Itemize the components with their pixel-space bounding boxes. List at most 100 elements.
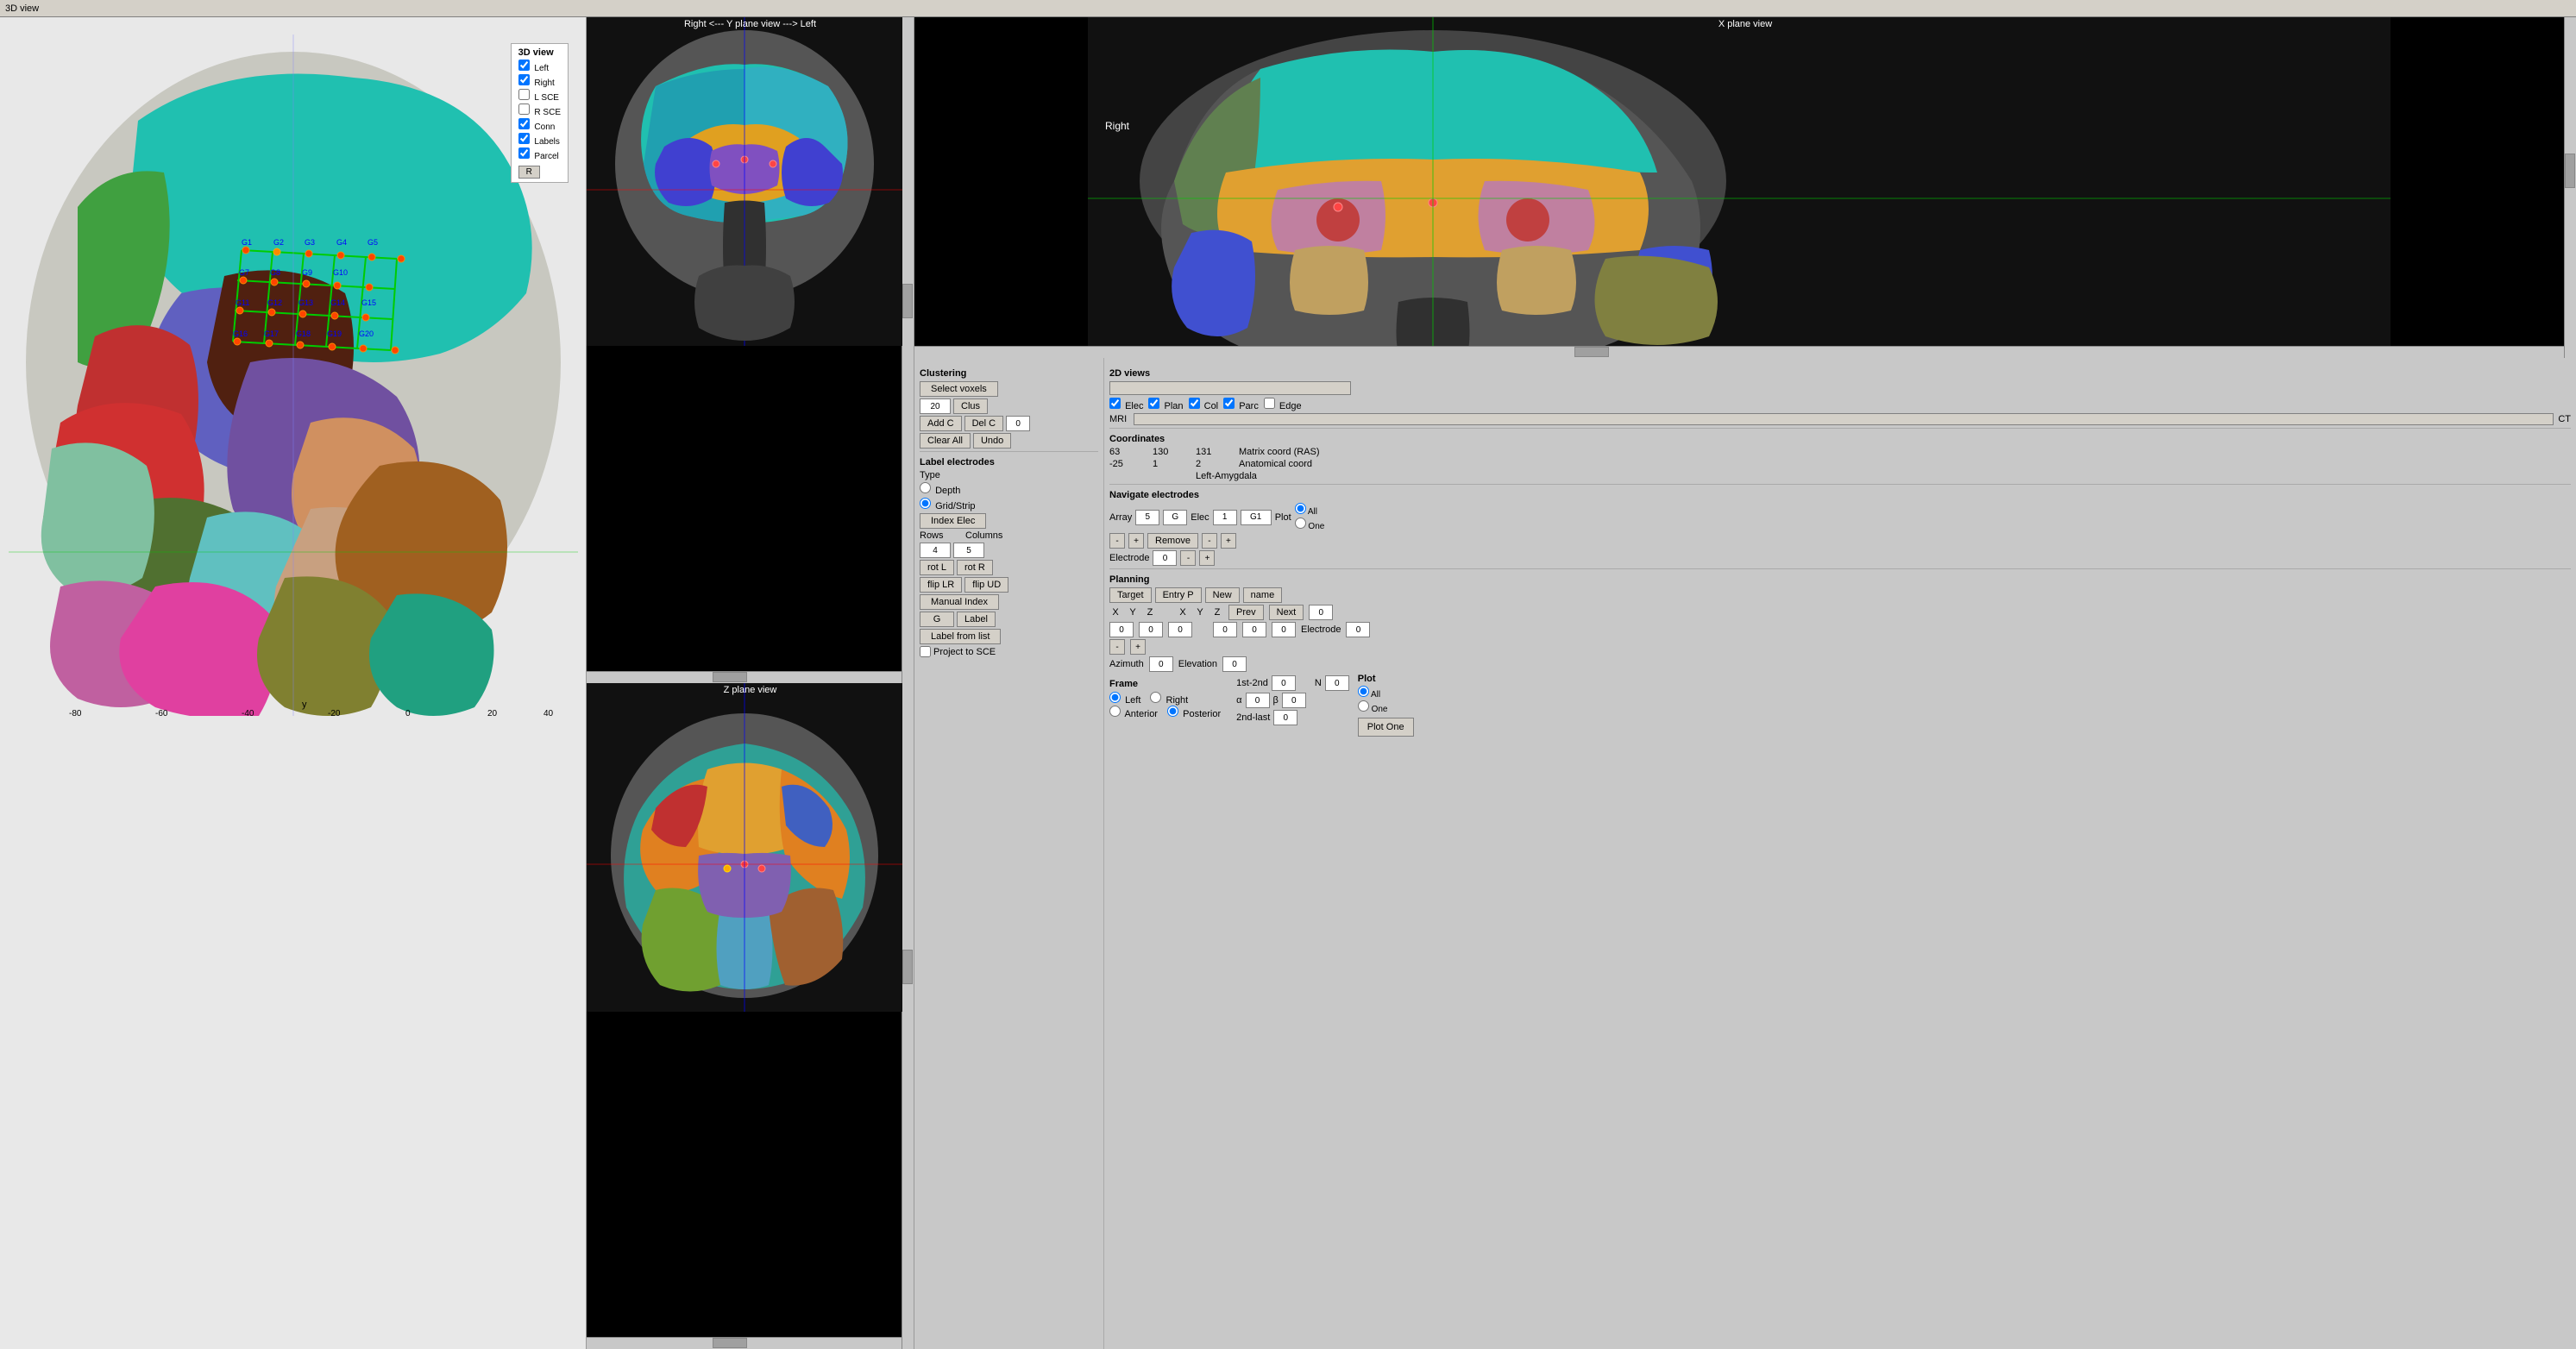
select-voxels-btn[interactable]: Select voxels: [920, 381, 998, 397]
left-check[interactable]: [518, 60, 530, 71]
flip-ud-btn[interactable]: flip UD: [964, 577, 1008, 593]
manual-index-btn[interactable]: Manual Index: [920, 594, 999, 610]
parcel-check[interactable]: [518, 147, 530, 159]
label-btn[interactable]: Label: [957, 612, 996, 627]
edge-check[interactable]: [1264, 398, 1275, 409]
right-check[interactable]: [518, 74, 530, 85]
right-radio[interactable]: [1150, 692, 1161, 703]
plan-elec-minus[interactable]: -: [1109, 639, 1125, 655]
rot-l-btn[interactable]: rot L: [920, 560, 954, 575]
plan-elec-plus[interactable]: +: [1130, 639, 1146, 655]
arr-plus-btn[interactable]: +: [1128, 533, 1144, 549]
entry-y-input[interactable]: [1242, 622, 1266, 637]
plot-plan-all[interactable]: [1358, 686, 1369, 697]
plan-check[interactable]: [1148, 398, 1159, 409]
plan-check-label[interactable]: Plan: [1148, 398, 1183, 411]
first-second-input[interactable]: [1272, 675, 1296, 691]
plot-one-radio[interactable]: [1295, 518, 1306, 529]
name-btn[interactable]: name: [1243, 587, 1283, 603]
electrode-plan-val[interactable]: [1346, 622, 1370, 637]
left-radio-label[interactable]: Left: [1109, 695, 1143, 706]
views-2d-slider[interactable]: [1109, 381, 1351, 395]
x-scrollbar-v[interactable]: [2564, 17, 2576, 358]
elec-check[interactable]: [1109, 398, 1121, 409]
overlay-conn[interactable]: Conn: [518, 118, 561, 132]
beta-input[interactable]: [1282, 693, 1306, 708]
next-val-input[interactable]: [1309, 605, 1333, 620]
parc-check[interactable]: [1223, 398, 1235, 409]
plot-plan-one[interactable]: [1358, 700, 1369, 712]
target-x-input[interactable]: [1109, 622, 1134, 637]
z-scroll-thumb-v[interactable]: [902, 950, 913, 984]
rsce-check[interactable]: [518, 104, 530, 115]
entry-p-btn[interactable]: Entry P: [1155, 587, 1202, 603]
col-check-label[interactable]: Col: [1189, 398, 1219, 411]
plot-all-radio-label[interactable]: All: [1295, 503, 1325, 517]
clus-btn[interactable]: Clus: [953, 398, 988, 414]
z-scrollbar-v[interactable]: [902, 683, 914, 1349]
parc-check-label[interactable]: Parc: [1223, 398, 1259, 411]
g-input[interactable]: [1163, 510, 1187, 525]
elec-val-plus-btn[interactable]: +: [1199, 550, 1215, 566]
n-input[interactable]: [1325, 675, 1349, 691]
project-sce-check[interactable]: [920, 646, 931, 657]
elec-val-minus-btn[interactable]: -: [1180, 550, 1196, 566]
labels-check[interactable]: [518, 133, 530, 144]
undo-btn[interactable]: Undo: [973, 433, 1011, 449]
overlay-labels[interactable]: Labels: [518, 133, 561, 147]
elec-plus-btn[interactable]: +: [1221, 533, 1236, 549]
conn-check[interactable]: [518, 118, 530, 129]
mri-slider[interactable]: [1134, 413, 2554, 425]
plot-one-radio-label[interactable]: One: [1295, 518, 1325, 531]
overlay-right[interactable]: Right: [518, 74, 561, 88]
z-scroll-thumb-h[interactable]: [713, 1338, 747, 1348]
elevation-input[interactable]: [1222, 656, 1247, 672]
del-c-val[interactable]: [1006, 416, 1030, 431]
overlay-rsce[interactable]: R SCE: [518, 104, 561, 117]
elec-check-label[interactable]: Elec: [1109, 398, 1143, 411]
posterior-radio[interactable]: [1167, 706, 1178, 717]
alpha-input[interactable]: [1246, 693, 1270, 708]
lsce-check[interactable]: [518, 89, 530, 100]
posterior-radio-label[interactable]: Posterior: [1167, 709, 1221, 719]
second-last-input[interactable]: [1273, 710, 1297, 725]
g-btn[interactable]: G: [920, 612, 954, 627]
target-btn[interactable]: Target: [1109, 587, 1152, 603]
target-y-input[interactable]: [1139, 622, 1163, 637]
x-scroll-thumb-h[interactable]: [1574, 347, 1609, 357]
depth-radio-label[interactable]: Depth: [920, 482, 960, 496]
clus-value-input[interactable]: [920, 398, 951, 414]
anterior-radio-label[interactable]: Anterior: [1109, 709, 1160, 719]
rot-r-btn[interactable]: rot R: [957, 560, 993, 575]
label-from-list-btn[interactable]: Label from list: [920, 629, 1001, 644]
flip-lr-btn[interactable]: flip LR: [920, 577, 962, 593]
grid-strip-radio-label[interactable]: Grid/Strip: [920, 498, 976, 511]
overlay-parcel[interactable]: Parcel: [518, 147, 561, 161]
elec-minus-btn[interactable]: -: [1202, 533, 1217, 549]
entry-x-input[interactable]: [1213, 622, 1237, 637]
g1-input[interactable]: [1241, 510, 1272, 525]
left-radio[interactable]: [1109, 692, 1121, 703]
plot-all-radio[interactable]: [1295, 503, 1306, 514]
y-scrollbar-h[interactable]: [587, 671, 902, 683]
del-c-btn[interactable]: Del C: [964, 416, 1004, 431]
overlay-left[interactable]: Left: [518, 60, 561, 73]
next-btn[interactable]: Next: [1269, 605, 1304, 620]
plot-one-btn[interactable]: Plot One: [1358, 718, 1414, 737]
arr-minus-btn[interactable]: -: [1109, 533, 1125, 549]
azimuth-input[interactable]: [1149, 656, 1173, 672]
prev-btn[interactable]: Prev: [1228, 605, 1264, 620]
grid-strip-radio[interactable]: [920, 498, 931, 509]
brain-3d-canvas[interactable]: G1 G2 G3 G4 G5 G7 G8 G9 G10 G11 G12 G13 …: [9, 35, 578, 716]
y-scroll-thumb-h[interactable]: [713, 672, 747, 682]
overlay-lsce[interactable]: L SCE: [518, 89, 561, 103]
target-z-input[interactable]: [1168, 622, 1192, 637]
remove-btn[interactable]: Remove: [1147, 533, 1198, 549]
z-scrollbar-h[interactable]: [587, 1337, 902, 1349]
rows-input[interactable]: [920, 543, 951, 558]
y-scroll-thumb-v[interactable]: [902, 284, 913, 318]
x-scroll-thumb-v[interactable]: [2565, 154, 2575, 188]
depth-radio[interactable]: [920, 482, 931, 493]
r-button[interactable]: R: [518, 166, 540, 179]
x-scrollbar-h[interactable]: [914, 346, 2564, 358]
